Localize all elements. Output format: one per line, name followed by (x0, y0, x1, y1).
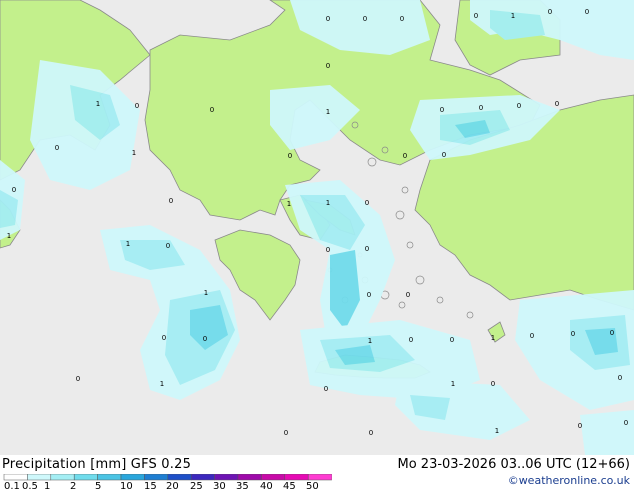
map-value-label: 0 (12, 186, 16, 194)
map-value-label: 1 (126, 240, 130, 248)
legend-label: 15 (144, 481, 157, 490)
map-value-label: 0 (324, 385, 328, 393)
map-value-label: 0 (610, 329, 614, 337)
legend-swatch (214, 474, 239, 481)
map-value-label: 0 (409, 336, 413, 344)
map-value-label: 1 (511, 12, 515, 20)
legend-swatch (167, 474, 192, 481)
map-value-label: 0 (326, 62, 330, 70)
map-value-label: 0 (76, 375, 80, 383)
map-value-label: 0 (491, 380, 495, 388)
map-title: Precipitation [mm] GFS 0.25 (2, 457, 192, 472)
map-value-label: 0 (624, 419, 628, 427)
map-value-label: 0 (400, 15, 404, 23)
map-value-label: 0 (571, 330, 575, 338)
legend-label: 40 (260, 481, 273, 490)
map-value-label: 0 (479, 104, 483, 112)
legend-label: 10 (120, 481, 133, 490)
map-value-label: 0 (284, 429, 288, 437)
legend-label: 0.1 (4, 481, 20, 490)
legend-label: 5 (95, 481, 101, 490)
precip-patch (580, 410, 634, 455)
map-value-label: 0 (517, 102, 521, 110)
map-value-label: 1 (451, 380, 455, 388)
map-value-label: 0 (326, 246, 330, 254)
map-value-label: 0 (548, 8, 552, 16)
legend-swatch (284, 474, 309, 481)
map-value-label: 0 (363, 15, 367, 23)
legend-labels: 0.1 0.5 1 2 5 10 15 20 25 30 35 40 45 50 (4, 481, 319, 490)
map-value-label: 0 (530, 332, 534, 340)
map-value-label: 0 (365, 199, 369, 207)
legend-label: 0.5 (22, 481, 38, 490)
map-value-label: 1 (96, 100, 100, 108)
map-value-label: 0 (326, 15, 330, 23)
legend-swatch (3, 474, 28, 481)
legend-swatch (27, 474, 52, 481)
map-value-label: 1 (287, 200, 291, 208)
legend-swatch (237, 474, 262, 481)
map-value-label: 0 (450, 336, 454, 344)
map-value-label: 0 (210, 106, 214, 114)
legend-label: 35 (236, 481, 249, 490)
map-value-label: 1 (160, 380, 164, 388)
legend-swatch (307, 474, 332, 481)
color-legend: 0.1 0.5 1 2 5 10 15 20 25 30 35 40 45 50 (3, 474, 332, 490)
legend-color-bar (3, 474, 332, 481)
map-value-label: 0 (555, 100, 559, 108)
footer-bar: Precipitation [mm] GFS 0.25 Mo 23-03-202… (0, 455, 634, 490)
map-value-label: 0 (162, 334, 166, 342)
legend-swatch (190, 474, 215, 481)
map-value-label: 0 (365, 245, 369, 253)
legend-swatch (261, 474, 286, 481)
map-value-label: 0 (442, 151, 446, 159)
map-value-label: 0 (203, 335, 207, 343)
map-value-label: 0 (166, 242, 170, 250)
map-value-label: 0 (367, 291, 371, 299)
map-value-label: 0 (135, 102, 139, 110)
map-value-label: 1 (495, 427, 499, 435)
legend-swatch (97, 474, 122, 481)
legend-label: 20 (166, 481, 179, 490)
map-value-label: 0 (55, 144, 59, 152)
legend-swatch (73, 474, 98, 481)
legend-label: 1 (44, 481, 50, 490)
map-value-label: 0 (406, 291, 410, 299)
map-value-label: 0 (169, 197, 173, 205)
legend-label: 25 (190, 481, 203, 490)
legend-swatch (144, 474, 169, 481)
map-value-label: 1 (132, 149, 136, 157)
map-value-label: 0 (403, 152, 407, 160)
map-value-label: 0 (440, 106, 444, 114)
map-value-label: 1 (326, 108, 330, 116)
precipitation-map: 0 0 0 0 1 0 0 0 1 0 0 1 0 0 0 0 0 1 0 0 0 0 0 1 1 0 1 1 0 0 0 1 0 0 0 0 1 0 0 1… (0, 0, 634, 455)
map-value-label: 0 (578, 422, 582, 430)
legend-label: 50 (306, 481, 319, 490)
legend-swatch (50, 474, 75, 481)
map-value-label: 0 (288, 152, 292, 160)
map-value-label: 0 (585, 8, 589, 16)
map-value-label: 0 (474, 12, 478, 20)
legend-label: 2 (70, 481, 76, 490)
credit-link[interactable]: ©weatheronline.co.uk (508, 474, 630, 487)
map-value-label: 1 (204, 289, 208, 297)
legend-swatch (120, 474, 145, 481)
legend-label: 30 (213, 481, 226, 490)
map-value-label: 1 (326, 199, 330, 207)
map-value-label: 1 (7, 232, 11, 240)
legend-label: 45 (283, 481, 296, 490)
map-value-label: 0 (369, 429, 373, 437)
map-value-label: 1 (368, 337, 372, 345)
map-value-label: 0 (618, 374, 622, 382)
valid-time: Mo 23-03-2026 03..06 UTC (12+66) (397, 457, 631, 472)
map-value-label: 1 (491, 334, 495, 342)
